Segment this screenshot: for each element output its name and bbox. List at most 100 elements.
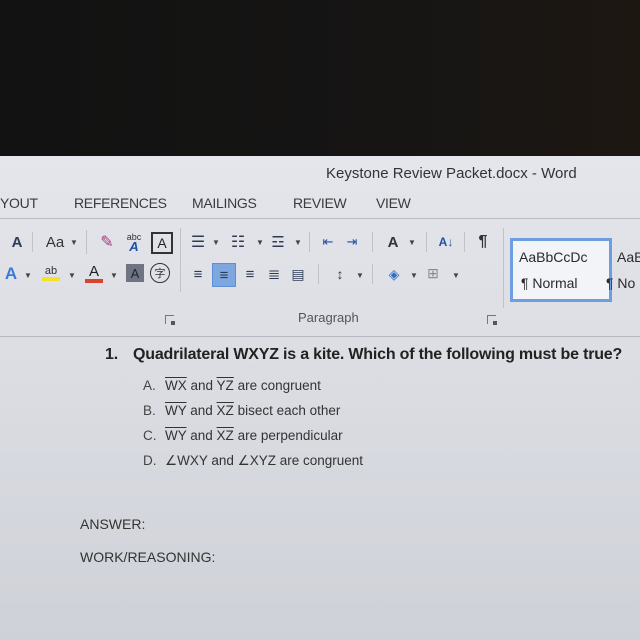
asian-layout-button[interactable]: A <box>382 232 404 252</box>
character-border-icon: A <box>157 235 167 251</box>
shrink-font-button[interactable]: A <box>8 232 26 252</box>
justify-button[interactable]: ≣ <box>264 264 284 284</box>
sort-button[interactable]: A↓ <box>436 232 456 252</box>
line-spacing-icon: ↕ <box>336 266 344 282</box>
segment: XZ <box>216 403 234 418</box>
highlight-icon: ab <box>44 264 58 277</box>
separator <box>372 264 373 284</box>
borders-button[interactable]: ⊞ <box>424 264 442 282</box>
character-shading-icon: A <box>130 265 140 281</box>
work-reasoning-label: WORK/REASONING: <box>80 549 216 565</box>
chevron-down-icon[interactable]: ▼ <box>294 238 302 247</box>
character-border-button[interactable]: A <box>151 232 173 254</box>
separator <box>86 230 87 254</box>
choice-letter: B. <box>143 403 156 418</box>
change-case-button[interactable]: Aa <box>42 232 68 252</box>
choice-text: and <box>186 403 217 418</box>
phonetic-guide-button[interactable]: abc A <box>124 230 144 254</box>
chevron-down-icon[interactable]: ▼ <box>410 271 418 280</box>
enclose-characters-icon: 字 <box>154 268 166 280</box>
tab-mailings[interactable]: MAILINGS <box>192 195 257 211</box>
choice-text: are congruent <box>233 378 321 393</box>
ribbon-tabs: YOUT REFERENCES MAILINGS REVIEW VIEW <box>0 192 640 219</box>
separator <box>426 232 427 252</box>
answer-label: ANSWER: <box>80 516 146 532</box>
separator <box>464 232 465 252</box>
chevron-down-icon[interactable]: ▼ <box>68 271 76 280</box>
ribbon: A Aa ▼ ✎ abc A A A ▼ ab ▼ A ▼ A 字 ☰ ▼ ☷ ▼… <box>0 220 640 336</box>
separator <box>318 264 319 284</box>
text-effects-icon: A <box>4 264 18 283</box>
title-bar: Keystone Review Packet.docx - Word <box>0 156 640 190</box>
distributed-icon: ▤ <box>291 265 305 282</box>
chevron-down-icon[interactable]: ▼ <box>24 271 32 280</box>
font-dialog-launcher[interactable] <box>165 315 175 325</box>
distributed-button[interactable]: ▤ <box>288 264 308 284</box>
character-shading-button[interactable]: A <box>126 264 144 282</box>
chevron-down-icon[interactable]: ▼ <box>70 238 78 247</box>
pilcrow-icon: ¶ <box>478 233 488 250</box>
separator <box>309 232 310 252</box>
multilevel-list-icon: ☲ <box>271 234 285 251</box>
line-spacing-button[interactable]: ↕ <box>330 264 350 284</box>
tab-review[interactable]: REVIEW <box>293 195 347 211</box>
increase-indent-button[interactable]: ⇥ <box>342 232 362 252</box>
style-normal[interactable]: AaBbCcDc ¶ Normal <box>510 238 612 302</box>
segment: YZ <box>216 378 234 393</box>
chevron-down-icon[interactable]: ▼ <box>212 238 220 247</box>
word-window: Keystone Review Packet.docx - Word YOUT … <box>0 156 640 640</box>
group-separator <box>503 228 504 308</box>
highlight-button[interactable]: ab <box>40 262 62 284</box>
align-right-icon: ≡ <box>245 265 255 283</box>
choice-letter: A. <box>143 378 156 393</box>
choice-text: and <box>186 428 217 443</box>
sort-icon: A↓ <box>438 235 454 249</box>
tab-view[interactable]: VIEW <box>376 195 411 211</box>
chevron-down-icon[interactable]: ▼ <box>256 238 264 247</box>
paragraph-dialog-launcher[interactable] <box>487 315 497 325</box>
tab-layout[interactable]: YOUT <box>0 195 38 211</box>
font-color-button[interactable]: A <box>84 262 104 284</box>
chevron-down-icon[interactable]: ▼ <box>452 271 460 280</box>
numbering-button[interactable]: ☷ <box>228 232 248 252</box>
separator <box>32 232 33 252</box>
chevron-down-icon[interactable]: ▼ <box>110 271 118 280</box>
choice-d: D. ∠WXY and ∠XYZ are congruent <box>143 453 363 469</box>
document-page[interactable]: 1. Quadrilateral WXYZ is a kite. Which of… <box>0 338 640 640</box>
clear-formatting-button[interactable]: ✎ <box>96 232 118 252</box>
style-no-spacing-sample[interactable]: AaB <box>617 249 640 265</box>
bullet-list-icon: ☰ <box>190 234 206 251</box>
question-text: Quadrilateral WXYZ is a kite. Which of t… <box>133 346 623 363</box>
choice-c: C. WY and XZ are perpendicular <box>143 428 343 443</box>
angle: ∠XYZ <box>237 453 276 468</box>
tab-references[interactable]: REFERENCES <box>74 195 167 211</box>
change-case-icon: Aa <box>45 233 65 251</box>
shading-button[interactable]: ◈ <box>384 264 404 284</box>
segment: WX <box>165 378 187 393</box>
justify-icon: ≣ <box>267 266 281 283</box>
group-separator <box>180 228 181 292</box>
chevron-down-icon[interactable]: ▼ <box>356 271 364 280</box>
choice-text: are perpendicular <box>233 428 343 443</box>
window-title: Keystone Review Packet.docx - Word <box>326 165 577 182</box>
chevron-down-icon[interactable]: ▼ <box>408 238 416 247</box>
show-hide-button[interactable]: ¶ <box>474 232 492 252</box>
bullets-button[interactable]: ☰ <box>188 232 208 252</box>
multilevel-list-button[interactable]: ☲ <box>268 232 288 252</box>
align-center-icon: ≡ <box>219 266 229 284</box>
monitor-bezel <box>0 0 640 156</box>
choice-text: and <box>186 378 217 393</box>
align-right-button[interactable]: ≡ <box>240 264 260 284</box>
text-effects-button[interactable]: A <box>2 264 20 284</box>
align-center-button[interactable]: ≡ <box>212 263 236 287</box>
align-left-icon: ≡ <box>193 265 203 283</box>
align-left-button[interactable]: ≡ <box>188 264 208 284</box>
decrease-indent-button[interactable]: ⇤ <box>318 232 338 252</box>
separator <box>372 232 373 252</box>
asian-layout-icon: A <box>387 233 399 251</box>
font-size-icon: A <box>11 233 23 251</box>
enclose-characters-button[interactable]: 字 <box>150 263 170 283</box>
style-sample: AaBbCcDc <box>519 249 588 265</box>
style-no-spacing-name[interactable]: ¶ No <box>606 275 635 291</box>
choice-text: and <box>207 453 238 468</box>
